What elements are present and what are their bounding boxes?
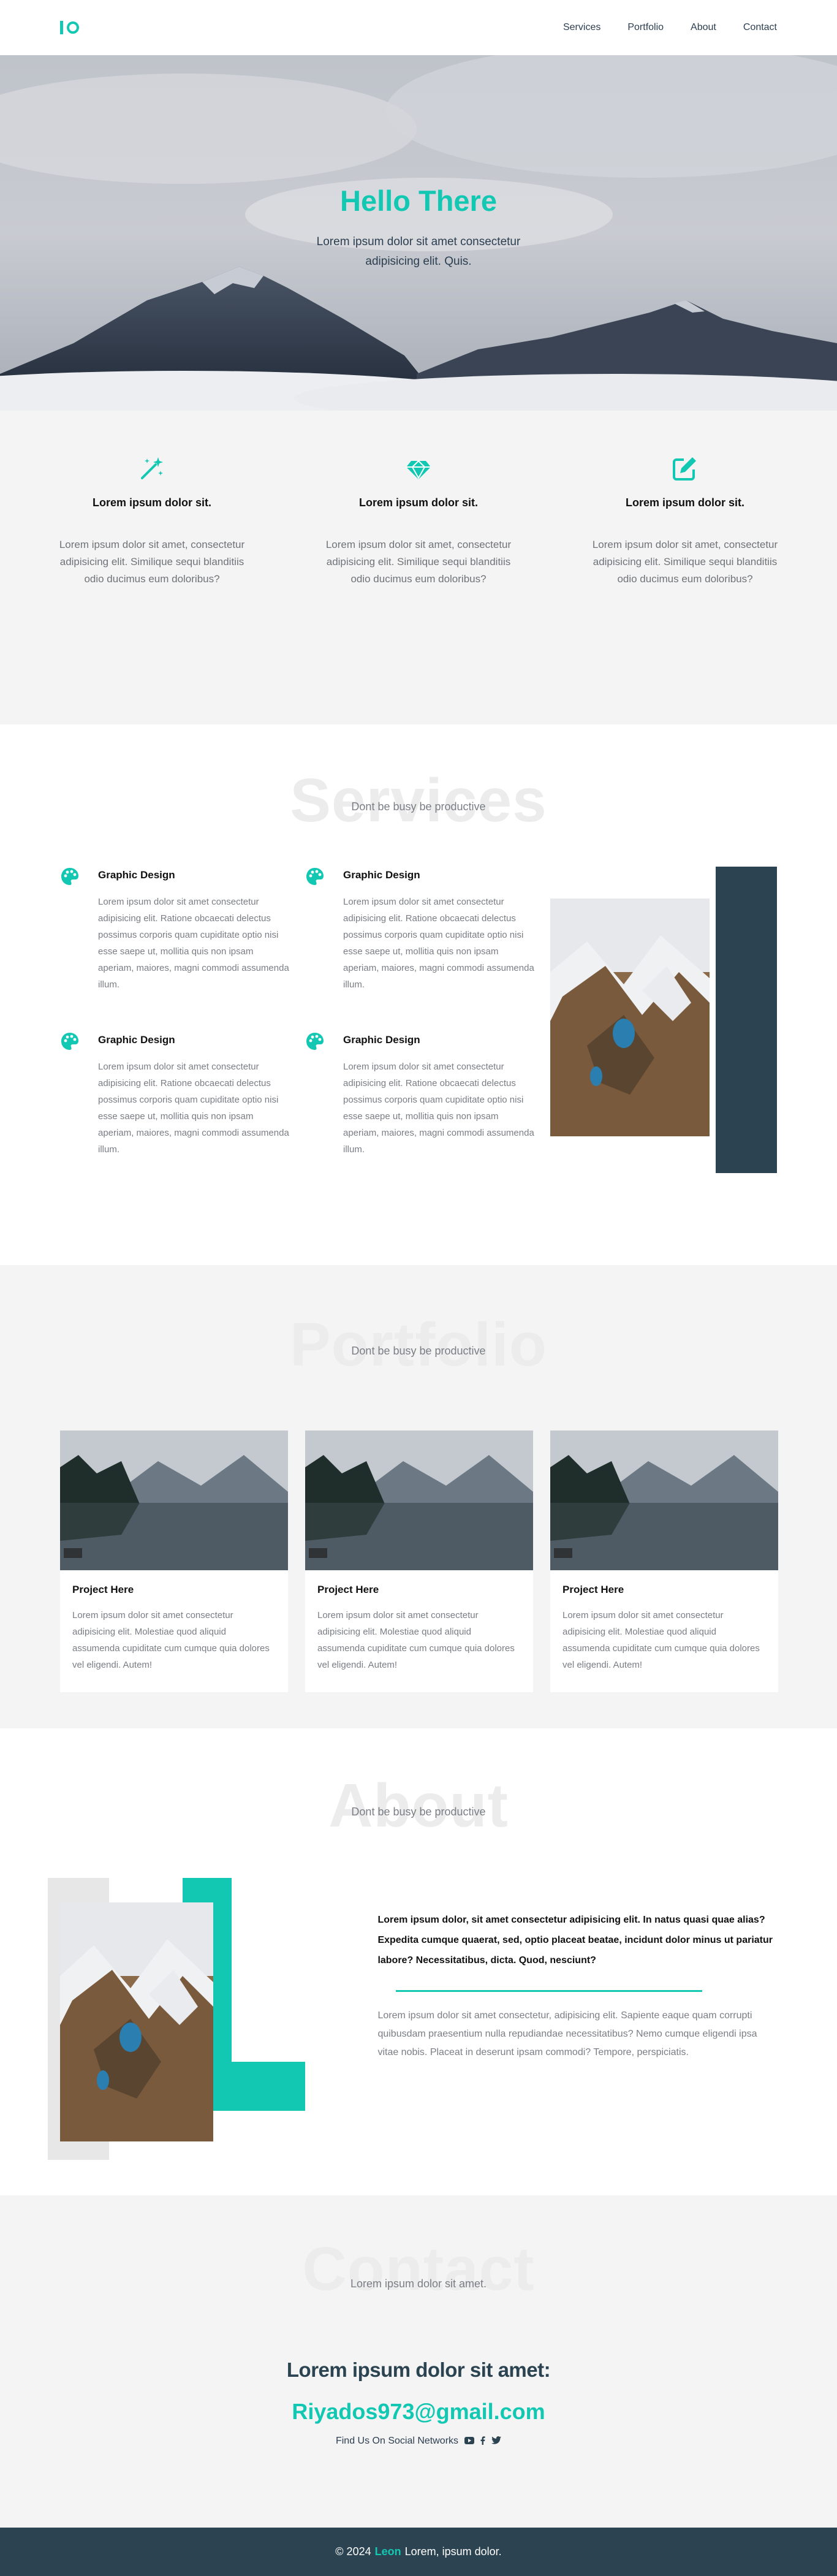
section-subtitle: Dont be busy be productive — [351, 1806, 486, 1818]
service-item: Graphic Design Lorem ipsum dolor sit amet… — [60, 1032, 305, 1173]
card-title: Project Here — [317, 1584, 379, 1595]
portfolio-card[interactable]: Project Here Lorem ipsum dolor sit amet … — [550, 1430, 778, 1692]
feature-item: Lorem ipsum dolor sit. Lorem ipsum dolor… — [51, 455, 253, 588]
service-title: Graphic Design — [98, 869, 175, 881]
section-title: Services Dont be busy be productive — [0, 770, 837, 831]
feature-text: Lorem ipsum dolor sit amet, consectetur … — [325, 539, 512, 585]
service-item: Graphic Design Lorem ipsum dolor sit amet… — [305, 867, 550, 1008]
feature-text: Lorem ipsum dolor sit amet, consectetur … — [59, 539, 245, 585]
service-text: Lorem ipsum dolor sit amet consectetur a… — [98, 1062, 289, 1155]
lake-photo — [60, 1430, 288, 1570]
nav-link-services[interactable]: Services — [563, 22, 600, 33]
logo-ring — [67, 21, 79, 34]
palette-icon — [60, 1032, 81, 1173]
top-nav: Services Portfolio About Contact — [0, 0, 837, 55]
footer-year: © 2024 — [335, 2545, 371, 2558]
portfolio-card[interactable]: Project Here Lorem ipsum dolor sit amet … — [60, 1430, 288, 1692]
about-lead: Lorem ipsum dolor, sit amet consectetur … — [377, 1915, 773, 1966]
edit-icon — [584, 455, 786, 482]
hero-subtitle: Lorem ipsum dolor sit amet consectetur a… — [316, 235, 521, 268]
hero: Hello There Lorem ipsum dolor sit amet c… — [0, 55, 837, 411]
service-item: Graphic Design Lorem ipsum dolor sit amet… — [305, 1032, 550, 1173]
about-section: About Dont be busy be productive Lorem i… — [0, 1728, 837, 2195]
twitter-icon[interactable] — [491, 2436, 502, 2446]
hero-text: Hello There Lorem ipsum dolor sit amet c… — [0, 184, 837, 272]
section-subtitle: Lorem ipsum dolor sit amet. — [350, 2278, 487, 2290]
about-image — [48, 1878, 305, 2160]
logo[interactable] — [60, 21, 79, 34]
section-title: Contact Lorem ipsum dolor sit amet. — [0, 2238, 837, 2300]
service-title: Graphic Design — [343, 1034, 420, 1046]
gem-icon — [317, 455, 520, 482]
contact-section: Contact Lorem ipsum dolor sit amet. Lore… — [0, 2195, 837, 2528]
hero-title: Hello There — [340, 184, 497, 217]
portfolio-section: Portfolio Dont be busy be productive Pro… — [0, 1265, 837, 1728]
nav-link-portfolio[interactable]: Portfolio — [627, 22, 664, 33]
section-subtitle: Dont be busy be productive — [351, 1345, 486, 1357]
feature-title: Lorem ipsum dolor sit. — [92, 496, 212, 509]
feature-item: Lorem ipsum dolor sit. Lorem ipsum dolor… — [317, 455, 520, 588]
service-text: Lorem ipsum dolor sit amet consectetur a… — [343, 897, 534, 990]
service-text: Lorem ipsum dolor sit amet consectetur a… — [98, 897, 289, 990]
palette-icon — [305, 867, 326, 1008]
section-subtitle: Dont be busy be productive — [351, 800, 486, 813]
nav-link-about[interactable]: About — [691, 22, 716, 33]
section-title: Portfolio Dont be busy be productive — [0, 1314, 837, 1375]
divider — [396, 1990, 703, 1992]
lake-photo — [305, 1430, 533, 1570]
card-title: Project Here — [562, 1584, 624, 1595]
feature-text: Lorem ipsum dolor sit amet, consectetur … — [592, 539, 778, 585]
nav-menu: Services Portfolio About Contact — [563, 22, 777, 33]
services-grid: Graphic Design Lorem ipsum dolor sit amet… — [60, 867, 550, 1173]
footer: © 2024 Leon Lorem, ipsum dolor. — [0, 2528, 837, 2576]
portfolio-card[interactable]: Project Here Lorem ipsum dolor sit amet … — [305, 1430, 533, 1692]
youtube-icon[interactable] — [464, 2436, 475, 2446]
service-item: Graphic Design Lorem ipsum dolor sit amet… — [60, 867, 305, 1008]
about-body: Lorem ipsum dolor sit amet consectetur, … — [377, 2010, 757, 2057]
feature-title: Lorem ipsum dolor sit. — [358, 496, 479, 509]
feature-item: Lorem ipsum dolor sit. Lorem ipsum dolor… — [584, 455, 786, 588]
social-row: Find Us On Social Networks — [0, 2436, 837, 2447]
logo-bar — [60, 21, 63, 34]
lake-photo — [550, 1430, 778, 1570]
card-text: Lorem ipsum dolor sit amet consectetur a… — [72, 1610, 270, 1670]
footer-text: Lorem, ipsum dolor. — [404, 2545, 502, 2558]
palette-icon — [60, 867, 81, 1008]
contact-email[interactable]: Riyados973@gmail.com — [0, 2399, 837, 2425]
section-title: About Dont be busy be productive — [0, 1775, 837, 1836]
service-text: Lorem ipsum dolor sit amet consectetur a… — [343, 1062, 534, 1155]
contact-heading: Lorem ipsum dolor sit amet: — [286, 2358, 551, 2381]
feature-title: Lorem ipsum dolor sit. — [625, 496, 745, 509]
footer-brand[interactable]: Leon — [375, 2545, 401, 2558]
aerial-mountain-photo — [60, 1902, 213, 2141]
magic-wand-icon — [51, 455, 253, 482]
services-image — [550, 867, 777, 1173]
section-title-watermark: Contact — [302, 2235, 535, 2303]
social-label: Find Us On Social Networks — [335, 2436, 459, 2446]
about-text: Lorem ipsum dolor, sit amet consectetur … — [377, 1878, 777, 2160]
services-section: Services Dont be busy be productive Grap… — [0, 724, 837, 1265]
card-text: Lorem ipsum dolor sit amet consectetur a… — [562, 1610, 760, 1670]
card-text: Lorem ipsum dolor sit amet consectetur a… — [317, 1610, 515, 1670]
features-section: Lorem ipsum dolor sit. Lorem ipsum dolor… — [0, 411, 837, 724]
portfolio-cards: Project Here Lorem ipsum dolor sit amet … — [60, 1430, 778, 1692]
aerial-mountain-photo — [550, 899, 710, 1136]
service-title: Graphic Design — [343, 869, 420, 881]
nav-link-contact[interactable]: Contact — [743, 22, 777, 33]
service-title: Graphic Design — [98, 1034, 175, 1046]
card-title: Project Here — [72, 1584, 134, 1595]
palette-icon — [305, 1032, 326, 1173]
decor-block — [716, 867, 777, 1173]
facebook-icon[interactable] — [480, 2436, 485, 2447]
